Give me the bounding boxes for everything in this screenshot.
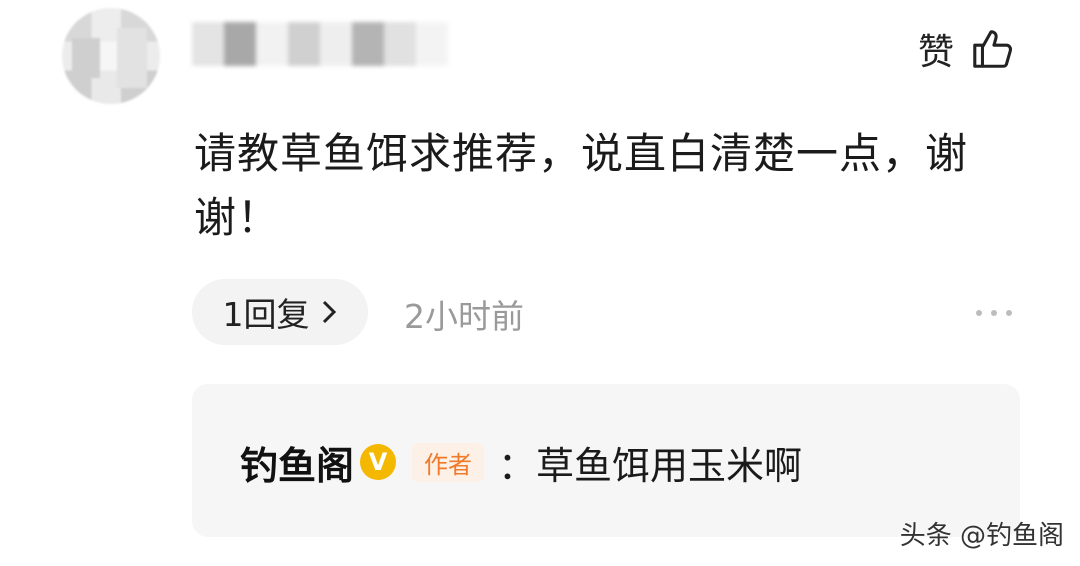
reply-preview[interactable]: 钓鱼阁 V 作者 ： 草鱼饵用玉米啊	[192, 384, 1020, 537]
reply-line: 钓鱼阁 V 作者 ： 草鱼饵用玉米啊	[240, 436, 802, 488]
like-label: 赞	[917, 32, 954, 73]
verified-icon: V	[360, 444, 397, 480]
comment-timestamp: 2小时前	[404, 297, 524, 336]
chevron-right-icon	[322, 300, 336, 324]
author-badge: 作者	[412, 442, 485, 482]
username-blurred[interactable]	[192, 22, 448, 66]
thumbs-up-icon	[973, 30, 1013, 68]
reply-author-name[interactable]: 钓鱼阁	[240, 435, 354, 490]
view-replies-button[interactable]: 1回复	[192, 279, 368, 345]
like-button[interactable]: 赞	[917, 26, 1016, 73]
more-options-icon[interactable]	[976, 310, 1012, 316]
reply-separator: ：	[498, 443, 537, 488]
comment-text: 请教草鱼饵求推荐，说直白清楚一点，谢谢！	[194, 129, 969, 242]
reply-count-label: 1回复	[222, 295, 310, 334]
watermark: 头条 @钓鱼阁	[899, 521, 1064, 551]
avatar[interactable]	[62, 8, 160, 104]
reply-text: 草鱼饵用玉米啊	[536, 443, 803, 488]
